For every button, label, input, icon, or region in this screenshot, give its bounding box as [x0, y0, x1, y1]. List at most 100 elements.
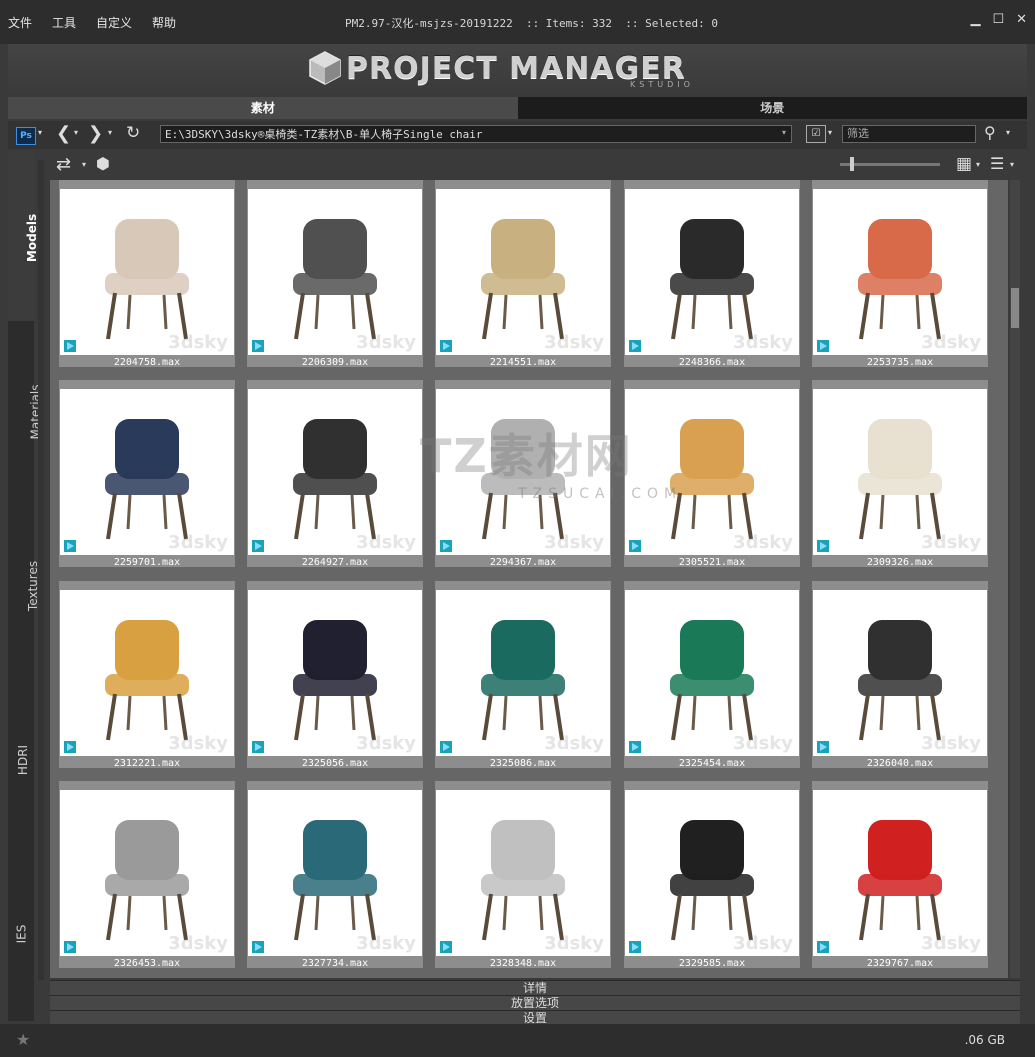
asset-thumbnail[interactable]: 3dsky	[436, 389, 610, 555]
asset-card[interactable]: 3dsky 2214551.max	[435, 180, 611, 368]
asset-card[interactable]: 3dsky 2325056.max	[247, 581, 423, 769]
asset-filename: 2325454.max	[678, 758, 746, 769]
asset-card[interactable]: 3dsky 2259701.max	[59, 380, 235, 568]
asset-thumbnail[interactable]: 3dsky	[436, 189, 610, 355]
vertical-scrollbar[interactable]	[1010, 180, 1020, 978]
asset-card[interactable]: 3dsky 2325454.max	[624, 581, 800, 769]
thumb-size-slider[interactable]	[840, 163, 940, 166]
side-tab-materials[interactable]: Materials	[8, 325, 43, 495]
asset-filename: 2214551.max	[489, 357, 557, 368]
refresh-icon[interactable]: ↻	[126, 123, 140, 143]
tab-assets[interactable]: 素材	[8, 97, 518, 119]
asset-card[interactable]: 3dsky 2204758.max	[59, 180, 235, 368]
asset-thumbnail[interactable]: 3dsky	[60, 790, 234, 956]
asset-thumbnail[interactable]: 3dsky	[60, 389, 234, 555]
asset-card[interactable]: 3dsky 2264927.max	[247, 380, 423, 568]
path-dropdown-icon[interactable]: ▾	[782, 128, 786, 137]
maximize-icon[interactable]: ☐	[992, 12, 1004, 27]
asset-card[interactable]: 3dsky 2329767.max	[812, 781, 988, 969]
asset-thumbnail[interactable]: 3dsky	[625, 189, 799, 355]
path-input[interactable]: E:\3DSKY\3dsky®桌椅类-TZ素材\B-单人椅子Single cha…	[160, 125, 792, 143]
asset-thumbnail[interactable]: 3dsky	[813, 189, 987, 355]
sort-dropdown-icon[interactable]: ▾	[1010, 160, 1014, 169]
asset-card[interactable]: 3dsky 2305521.max	[624, 380, 800, 568]
chair-icon	[105, 820, 189, 941]
thumbnail-watermark: 3dsky	[921, 332, 981, 353]
side-tab-textures[interactable]: Textures	[8, 499, 40, 669]
asset-thumbnail[interactable]: 3dsky	[248, 189, 422, 355]
star-icon[interactable]: ★	[16, 1030, 30, 1049]
search-icon[interactable]: ⚲	[984, 123, 996, 142]
asset-filename: 2325086.max	[489, 758, 557, 769]
cube-icon[interactable]: ⬢	[96, 154, 110, 173]
asset-thumbnail[interactable]: 3dsky	[60, 590, 234, 756]
photoshop-icon[interactable]: Ps	[16, 127, 36, 145]
asset-card[interactable]: 3dsky 2206309.max	[247, 180, 423, 368]
asset-thumbnail[interactable]: 3dsky	[436, 790, 610, 956]
forward-dropdown-icon[interactable]: ▾	[108, 128, 112, 137]
asset-filename: 2253735.max	[866, 357, 934, 368]
side-tab-hdri[interactable]: HDRI	[8, 673, 34, 843]
close-icon[interactable]: ✕	[1016, 12, 1027, 27]
max-file-icon	[629, 340, 641, 352]
dropdown-arrow-icon[interactable]: ▾	[38, 128, 42, 137]
chair-icon	[105, 620, 189, 741]
asset-card[interactable]: 3dsky 2327734.max	[247, 781, 423, 969]
back-dropdown-icon[interactable]: ▾	[74, 128, 78, 137]
asset-thumbnail[interactable]: 3dsky	[625, 790, 799, 956]
max-file-icon	[629, 941, 641, 953]
asset-card[interactable]: 3dsky 2328348.max	[435, 781, 611, 969]
filter-input[interactable]: 筛选	[842, 125, 976, 143]
max-file-icon	[252, 741, 264, 753]
asset-thumbnail[interactable]: 3dsky	[248, 590, 422, 756]
asset-card[interactable]: 3dsky 2326453.max	[59, 781, 235, 969]
asset-thumbnail[interactable]: 3dsky	[625, 590, 799, 756]
sort-icon[interactable]: ☰	[990, 154, 1004, 173]
max-file-icon	[629, 741, 641, 753]
minimize-icon[interactable]: ▁	[970, 12, 980, 27]
slider-handle[interactable]	[850, 157, 854, 171]
asset-thumbnail[interactable]: 3dsky	[625, 389, 799, 555]
asset-card[interactable]: 3dsky 2325086.max	[435, 581, 611, 769]
favorites-icon[interactable]: ☑	[806, 125, 826, 143]
asset-thumbnail[interactable]: 3dsky	[813, 389, 987, 555]
asset-card[interactable]: 3dsky 2312221.max	[59, 581, 235, 769]
side-splitter[interactable]	[38, 160, 44, 980]
menu-tools[interactable]: 工具	[52, 14, 76, 31]
asset-card[interactable]: 3dsky 2294367.max	[435, 380, 611, 568]
max-file-icon	[817, 941, 829, 953]
asset-thumbnail[interactable]: 3dsky	[436, 590, 610, 756]
grid-view-icon[interactable]: ▦	[956, 154, 972, 174]
sync-icon[interactable]: ⇄	[56, 154, 71, 175]
side-tab-ies[interactable]: IES	[8, 847, 34, 1017]
scrollbar-thumb[interactable]	[1011, 288, 1019, 328]
asset-filename: 2325056.max	[301, 758, 369, 769]
panel-settings[interactable]: 设置	[50, 1010, 1020, 1025]
chair-icon	[105, 419, 189, 540]
asset-thumbnail[interactable]: 3dsky	[248, 389, 422, 555]
asset-thumbnail[interactable]: 3dsky	[813, 590, 987, 756]
asset-card[interactable]: 3dsky 2326040.max	[812, 581, 988, 769]
asset-thumbnail[interactable]: 3dsky	[248, 790, 422, 956]
asset-thumbnail[interactable]: 3dsky	[813, 790, 987, 956]
favorites-dropdown-icon[interactable]: ▾	[828, 128, 832, 137]
asset-card[interactable]: 3dsky 2309326.max	[812, 380, 988, 568]
back-icon[interactable]: ❮	[56, 123, 71, 144]
asset-thumbnail[interactable]: 3dsky	[60, 189, 234, 355]
panel-placement-options[interactable]: 放置选项	[50, 995, 1020, 1010]
asset-card[interactable]: 3dsky 2248366.max	[624, 180, 800, 368]
search-dropdown-icon[interactable]: ▾	[1006, 128, 1010, 137]
forward-icon[interactable]: ❯	[88, 123, 103, 144]
panel-details[interactable]: 详情	[50, 980, 1020, 995]
sync-dropdown-icon[interactable]: ▾	[82, 160, 86, 169]
side-tab-models[interactable]: Models	[8, 151, 39, 321]
asset-card[interactable]: 3dsky 2253735.max	[812, 180, 988, 368]
grid-view-dropdown-icon[interactable]: ▾	[976, 160, 980, 169]
tab-scenes[interactable]: 场景	[517, 97, 1027, 119]
asset-filename: 2204758.max	[113, 357, 181, 368]
menu-file[interactable]: 文件	[8, 14, 32, 31]
asset-card[interactable]: 3dsky 2329585.max	[624, 781, 800, 969]
asset-filename: 2264927.max	[301, 557, 369, 568]
menu-customize[interactable]: 自定义	[96, 14, 132, 31]
menu-help[interactable]: 帮助	[152, 14, 176, 31]
